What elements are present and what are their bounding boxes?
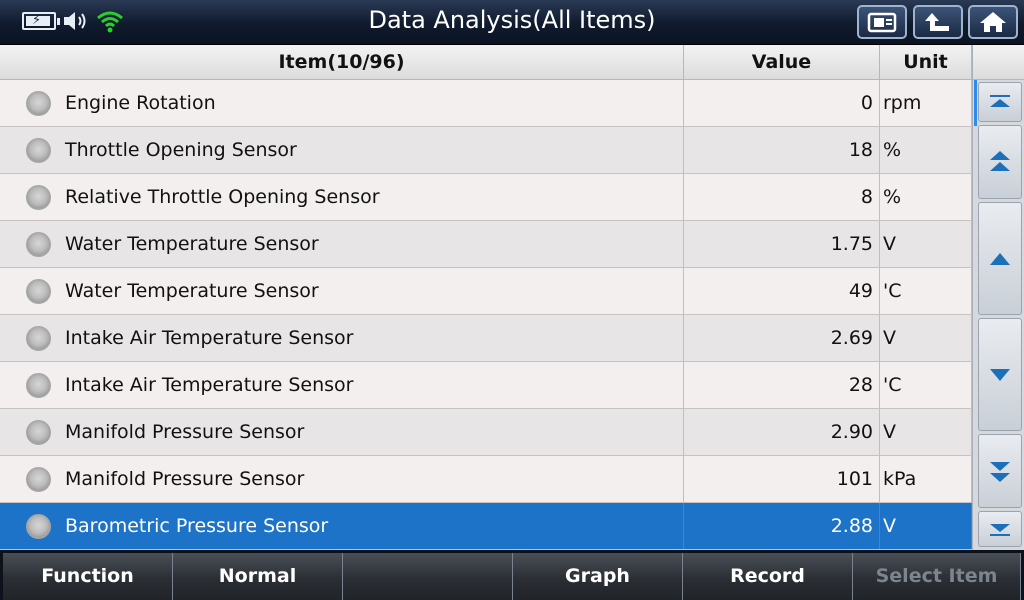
home-icon — [980, 12, 1006, 32]
value-cell: 101 — [684, 456, 880, 502]
radio-button[interactable] — [26, 137, 51, 163]
value-cell: 2.88 — [684, 503, 880, 549]
table-row-selected[interactable]: Barometric Pressure Sensor 2.88 V — [0, 503, 972, 550]
unit-cell: kPa — [880, 456, 972, 502]
item-name: Water Temperature Sensor — [65, 280, 319, 302]
item-cell: Barometric Pressure Sensor — [0, 503, 684, 549]
value-cell: 2.69 — [684, 315, 880, 361]
line-down-icon — [990, 368, 1010, 381]
scroll-position-indicator — [974, 80, 977, 126]
radio-button[interactable] — [26, 325, 51, 351]
radio-button[interactable] — [26, 184, 51, 210]
table-row[interactable]: Relative Throttle Opening Sensor 8 % — [0, 174, 972, 221]
record-button[interactable]: Record — [683, 553, 853, 600]
value-cell: 8 — [684, 174, 880, 220]
table-row[interactable]: Water Temperature Sensor 1.75 V — [0, 221, 972, 268]
page-up-icon — [990, 151, 1010, 171]
column-header-item[interactable]: Item(10/96) — [0, 45, 684, 80]
scroll-bottom-icon — [990, 524, 1010, 536]
page-down-button[interactable] — [978, 434, 1022, 508]
select-item-button[interactable]: Select Item — [853, 553, 1021, 600]
table-row[interactable]: Water Temperature Sensor 49 'C — [0, 268, 972, 315]
scrollbar-header — [973, 45, 1024, 80]
item-name: Manifold Pressure Sensor — [65, 421, 305, 443]
item-cell: Intake Air Temperature Sensor — [0, 362, 684, 408]
value-cell: 18 — [684, 127, 880, 173]
back-button[interactable] — [913, 5, 963, 39]
item-name: Water Temperature Sensor — [65, 233, 319, 255]
item-cell: Throttle Opening Sensor — [0, 127, 684, 173]
unit-cell: V — [880, 503, 972, 549]
table-header: Item(10/96) Value Unit — [0, 45, 972, 80]
item-name: Manifold Pressure Sensor — [65, 468, 305, 490]
page-down-icon — [990, 462, 1010, 482]
item-cell: Relative Throttle Opening Sensor — [0, 174, 684, 220]
line-down-button[interactable] — [978, 318, 1022, 431]
normal-button[interactable]: Normal — [173, 553, 343, 600]
back-icon — [925, 13, 949, 31]
blank-button[interactable] — [343, 553, 513, 600]
item-name: Intake Air Temperature Sensor — [65, 374, 354, 396]
page-up-button[interactable] — [978, 125, 1022, 199]
item-cell: Water Temperature Sensor — [0, 221, 684, 267]
table-row[interactable]: Manifold Pressure Sensor 101 kPa — [0, 456, 972, 503]
unit-cell: 'C — [880, 362, 972, 408]
value-cell: 2.90 — [684, 409, 880, 455]
item-name: Relative Throttle Opening Sensor — [65, 186, 380, 208]
item-cell: Manifold Pressure Sensor — [0, 409, 684, 455]
table-row[interactable]: Manifold Pressure Sensor 2.90 V — [0, 409, 972, 456]
value-cell: 0 — [684, 80, 880, 126]
home-button[interactable] — [968, 5, 1018, 39]
item-name: Throttle Opening Sensor — [65, 139, 297, 161]
radio-button[interactable] — [26, 513, 51, 539]
unit-cell: % — [880, 127, 972, 173]
unit-cell: V — [880, 315, 972, 361]
bottom-toolbar: Function Normal Graph Record Select Item — [0, 550, 1024, 600]
value-cell: 49 — [684, 268, 880, 314]
radio-button[interactable] — [26, 231, 51, 257]
radio-button[interactable] — [26, 466, 51, 492]
table-row[interactable]: Throttle Opening Sensor 18 % — [0, 127, 972, 174]
line-up-button[interactable] — [978, 202, 1022, 315]
table-row[interactable]: Intake Air Temperature Sensor 28 'C — [0, 362, 972, 409]
item-cell: Engine Rotation — [0, 80, 684, 126]
table-body: Engine Rotation 0 rpm Throttle Opening S… — [0, 80, 972, 550]
radio-button[interactable] — [26, 419, 51, 445]
scrollbar[interactable] — [972, 45, 1024, 550]
unit-cell: rpm — [880, 80, 972, 126]
item-name: Barometric Pressure Sensor — [65, 515, 329, 537]
title-bar: ⚡ Data Analysis(All Items) — [0, 0, 1024, 45]
table-row[interactable]: Intake Air Temperature Sensor 2.69 V — [0, 315, 972, 362]
table-row[interactable]: Engine Rotation 0 rpm — [0, 80, 972, 127]
line-up-icon — [990, 252, 1010, 265]
item-cell: Intake Air Temperature Sensor — [0, 315, 684, 361]
scroll-top-icon — [990, 95, 1010, 107]
column-header-value[interactable]: Value — [684, 45, 880, 80]
unit-cell: V — [880, 409, 972, 455]
scroll-bottom-button[interactable] — [978, 511, 1022, 547]
value-cell: 1.75 — [684, 221, 880, 267]
item-cell: Manifold Pressure Sensor — [0, 456, 684, 502]
item-cell: Water Temperature Sensor — [0, 268, 684, 314]
function-button[interactable]: Function — [3, 553, 173, 600]
column-header-unit[interactable]: Unit — [880, 45, 972, 80]
unit-cell: % — [880, 174, 972, 220]
screenshot-icon — [867, 12, 897, 33]
unit-cell: V — [880, 221, 972, 267]
scroll-top-button[interactable] — [978, 82, 1022, 122]
data-table: Item(10/96) Value Unit Engine Rotation 0… — [0, 45, 972, 550]
radio-button[interactable] — [26, 90, 51, 116]
graph-button[interactable]: Graph — [513, 553, 683, 600]
value-cell: 28 — [684, 362, 880, 408]
item-name: Engine Rotation — [65, 92, 216, 114]
screenshot-button[interactable] — [857, 5, 907, 39]
radio-button[interactable] — [26, 372, 51, 398]
unit-cell: 'C — [880, 268, 972, 314]
item-name: Intake Air Temperature Sensor — [65, 327, 354, 349]
radio-button[interactable] — [26, 278, 51, 304]
